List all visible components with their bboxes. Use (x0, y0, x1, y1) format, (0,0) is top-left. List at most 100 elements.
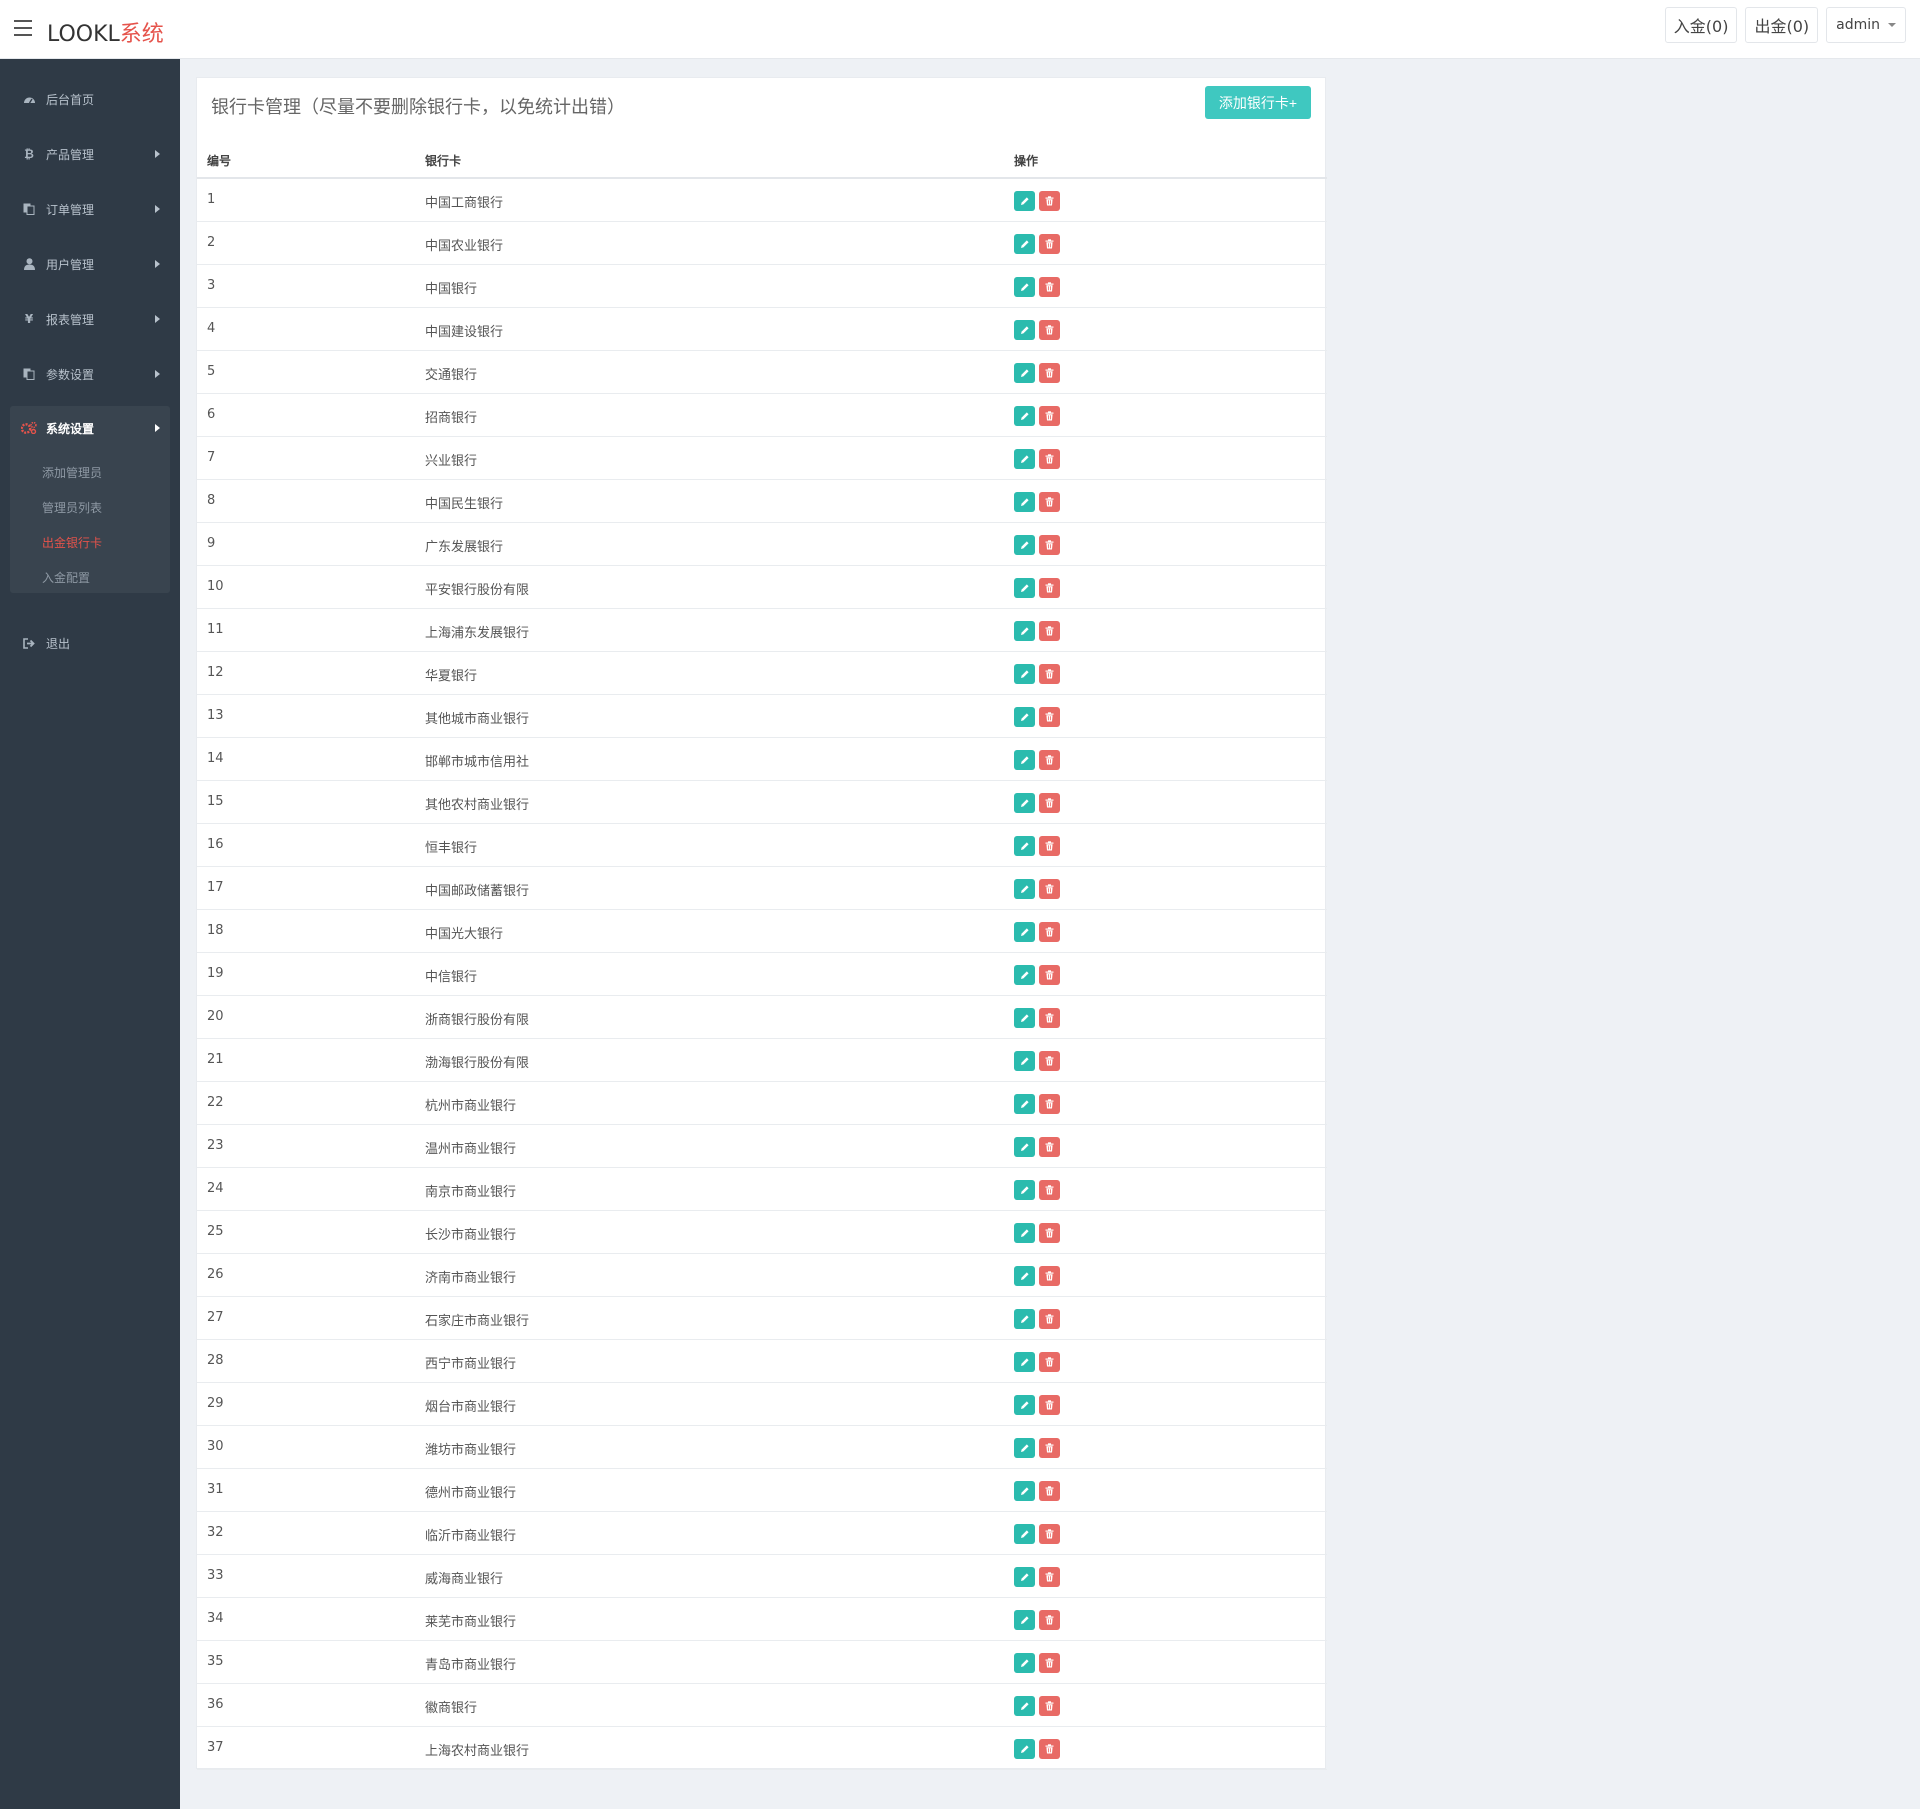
table-row: 1 中国工商银行 (197, 179, 1327, 222)
delete-button[interactable] (1039, 191, 1060, 211)
delete-button[interactable] (1039, 1395, 1060, 1415)
delete-button[interactable] (1039, 922, 1060, 942)
edit-button[interactable] (1014, 1223, 1035, 1243)
edit-button[interactable] (1014, 1567, 1035, 1587)
pencil-icon (1020, 1529, 1030, 1539)
edit-button[interactable] (1014, 1696, 1035, 1716)
delete-button[interactable] (1039, 1180, 1060, 1200)
delete-button[interactable] (1039, 578, 1060, 598)
edit-button[interactable] (1014, 1524, 1035, 1544)
edit-button[interactable] (1014, 578, 1035, 598)
cell-actions (1014, 1223, 1060, 1243)
edit-button[interactable] (1014, 1739, 1035, 1759)
sidebar-item-orders[interactable]: 订单管理 (10, 187, 170, 231)
edit-button[interactable] (1014, 879, 1035, 899)
edit-button[interactable] (1014, 836, 1035, 856)
edit-button[interactable] (1014, 922, 1035, 942)
delete-button[interactable] (1039, 1481, 1060, 1501)
delete-button[interactable] (1039, 793, 1060, 813)
delete-button[interactable] (1039, 406, 1060, 426)
edit-button[interactable] (1014, 277, 1035, 297)
edit-button[interactable] (1014, 535, 1035, 555)
edit-button[interactable] (1014, 1094, 1035, 1114)
delete-button[interactable] (1039, 1610, 1060, 1630)
menu-toggle-icon[interactable] (14, 20, 32, 36)
sidebar-item-reports[interactable]: ¥ 报表管理 (10, 297, 170, 341)
sidebar-item-dashboard[interactable]: 后台首页 (10, 77, 170, 121)
delete-button[interactable] (1039, 1094, 1060, 1114)
edit-button[interactable] (1014, 492, 1035, 512)
edit-button[interactable] (1014, 1481, 1035, 1501)
cell-actions (1014, 191, 1060, 211)
sidebar-item-users[interactable]: 用户管理 (10, 242, 170, 286)
edit-button[interactable] (1014, 1180, 1035, 1200)
edit-button[interactable] (1014, 1352, 1035, 1372)
edit-button[interactable] (1014, 1051, 1035, 1071)
sidebar-item-system-settings[interactable]: 系统设置 (10, 406, 170, 450)
edit-button[interactable] (1014, 1008, 1035, 1028)
edit-button[interactable] (1014, 1438, 1035, 1458)
edit-button[interactable] (1014, 621, 1035, 641)
delete-button[interactable] (1039, 1567, 1060, 1587)
submenu-admin-list[interactable]: 管理员列表 (42, 499, 102, 516)
add-bank-card-button[interactable]: 添加银行卡+ (1205, 86, 1311, 119)
edit-button[interactable] (1014, 750, 1035, 770)
edit-button[interactable] (1014, 406, 1035, 426)
delete-button[interactable] (1039, 449, 1060, 469)
delete-button[interactable] (1039, 1352, 1060, 1372)
edit-button[interactable] (1014, 1266, 1035, 1286)
edit-button[interactable] (1014, 363, 1035, 383)
pencil-icon (1020, 1228, 1030, 1238)
delete-button[interactable] (1039, 363, 1060, 383)
sidebar-item-products[interactable]: ₿ 产品管理 (10, 132, 170, 176)
delete-button[interactable] (1039, 664, 1060, 684)
edit-button[interactable] (1014, 234, 1035, 254)
delete-button[interactable] (1039, 1309, 1060, 1329)
sidebar-item-logout[interactable]: 退出 (10, 621, 170, 665)
user-menu-button[interactable]: admin (1826, 7, 1906, 43)
edit-button[interactable] (1014, 1137, 1035, 1157)
withdraw-button[interactable]: 出金(0) (1745, 7, 1819, 43)
edit-button[interactable] (1014, 793, 1035, 813)
delete-button[interactable] (1039, 277, 1060, 297)
delete-button[interactable] (1039, 750, 1060, 770)
delete-button[interactable] (1039, 1137, 1060, 1157)
delete-button[interactable] (1039, 1266, 1060, 1286)
delete-button[interactable] (1039, 965, 1060, 985)
delete-button[interactable] (1039, 320, 1060, 340)
delete-button[interactable] (1039, 1223, 1060, 1243)
delete-button[interactable] (1039, 1653, 1060, 1673)
edit-button[interactable] (1014, 1610, 1035, 1630)
cell-actions (1014, 320, 1060, 340)
submenu-deposit-config[interactable]: 入金配置 (42, 569, 90, 586)
trash-icon (1045, 1486, 1054, 1496)
edit-button[interactable] (1014, 1395, 1035, 1415)
submenu-add-admin[interactable]: 添加管理员 (42, 464, 102, 481)
delete-button[interactable] (1039, 1008, 1060, 1028)
delete-button[interactable] (1039, 535, 1060, 555)
delete-button[interactable] (1039, 1696, 1060, 1716)
delete-button[interactable] (1039, 492, 1060, 512)
delete-button[interactable] (1039, 621, 1060, 641)
delete-button[interactable] (1039, 1739, 1060, 1759)
edit-button[interactable] (1014, 191, 1035, 211)
edit-button[interactable] (1014, 449, 1035, 469)
delete-button[interactable] (1039, 234, 1060, 254)
edit-button[interactable] (1014, 664, 1035, 684)
edit-button[interactable] (1014, 707, 1035, 727)
edit-button[interactable] (1014, 1309, 1035, 1329)
delete-button[interactable] (1039, 1524, 1060, 1544)
edit-button[interactable] (1014, 965, 1035, 985)
submenu-withdraw-bank-cards[interactable]: 出金银行卡 (42, 534, 102, 551)
table-row: 25 长沙市商业银行 (197, 1211, 1327, 1254)
delete-button[interactable] (1039, 879, 1060, 899)
edit-button[interactable] (1014, 320, 1035, 340)
delete-button[interactable] (1039, 1438, 1060, 1458)
edit-button[interactable] (1014, 1653, 1035, 1673)
delete-button[interactable] (1039, 1051, 1060, 1071)
deposit-button[interactable]: 入金(0) (1664, 7, 1738, 43)
sidebar-item-parameters[interactable]: 参数设置 (10, 352, 170, 396)
delete-button[interactable] (1039, 836, 1060, 856)
table-row: 13 其他城市商业银行 (197, 695, 1327, 738)
delete-button[interactable] (1039, 707, 1060, 727)
